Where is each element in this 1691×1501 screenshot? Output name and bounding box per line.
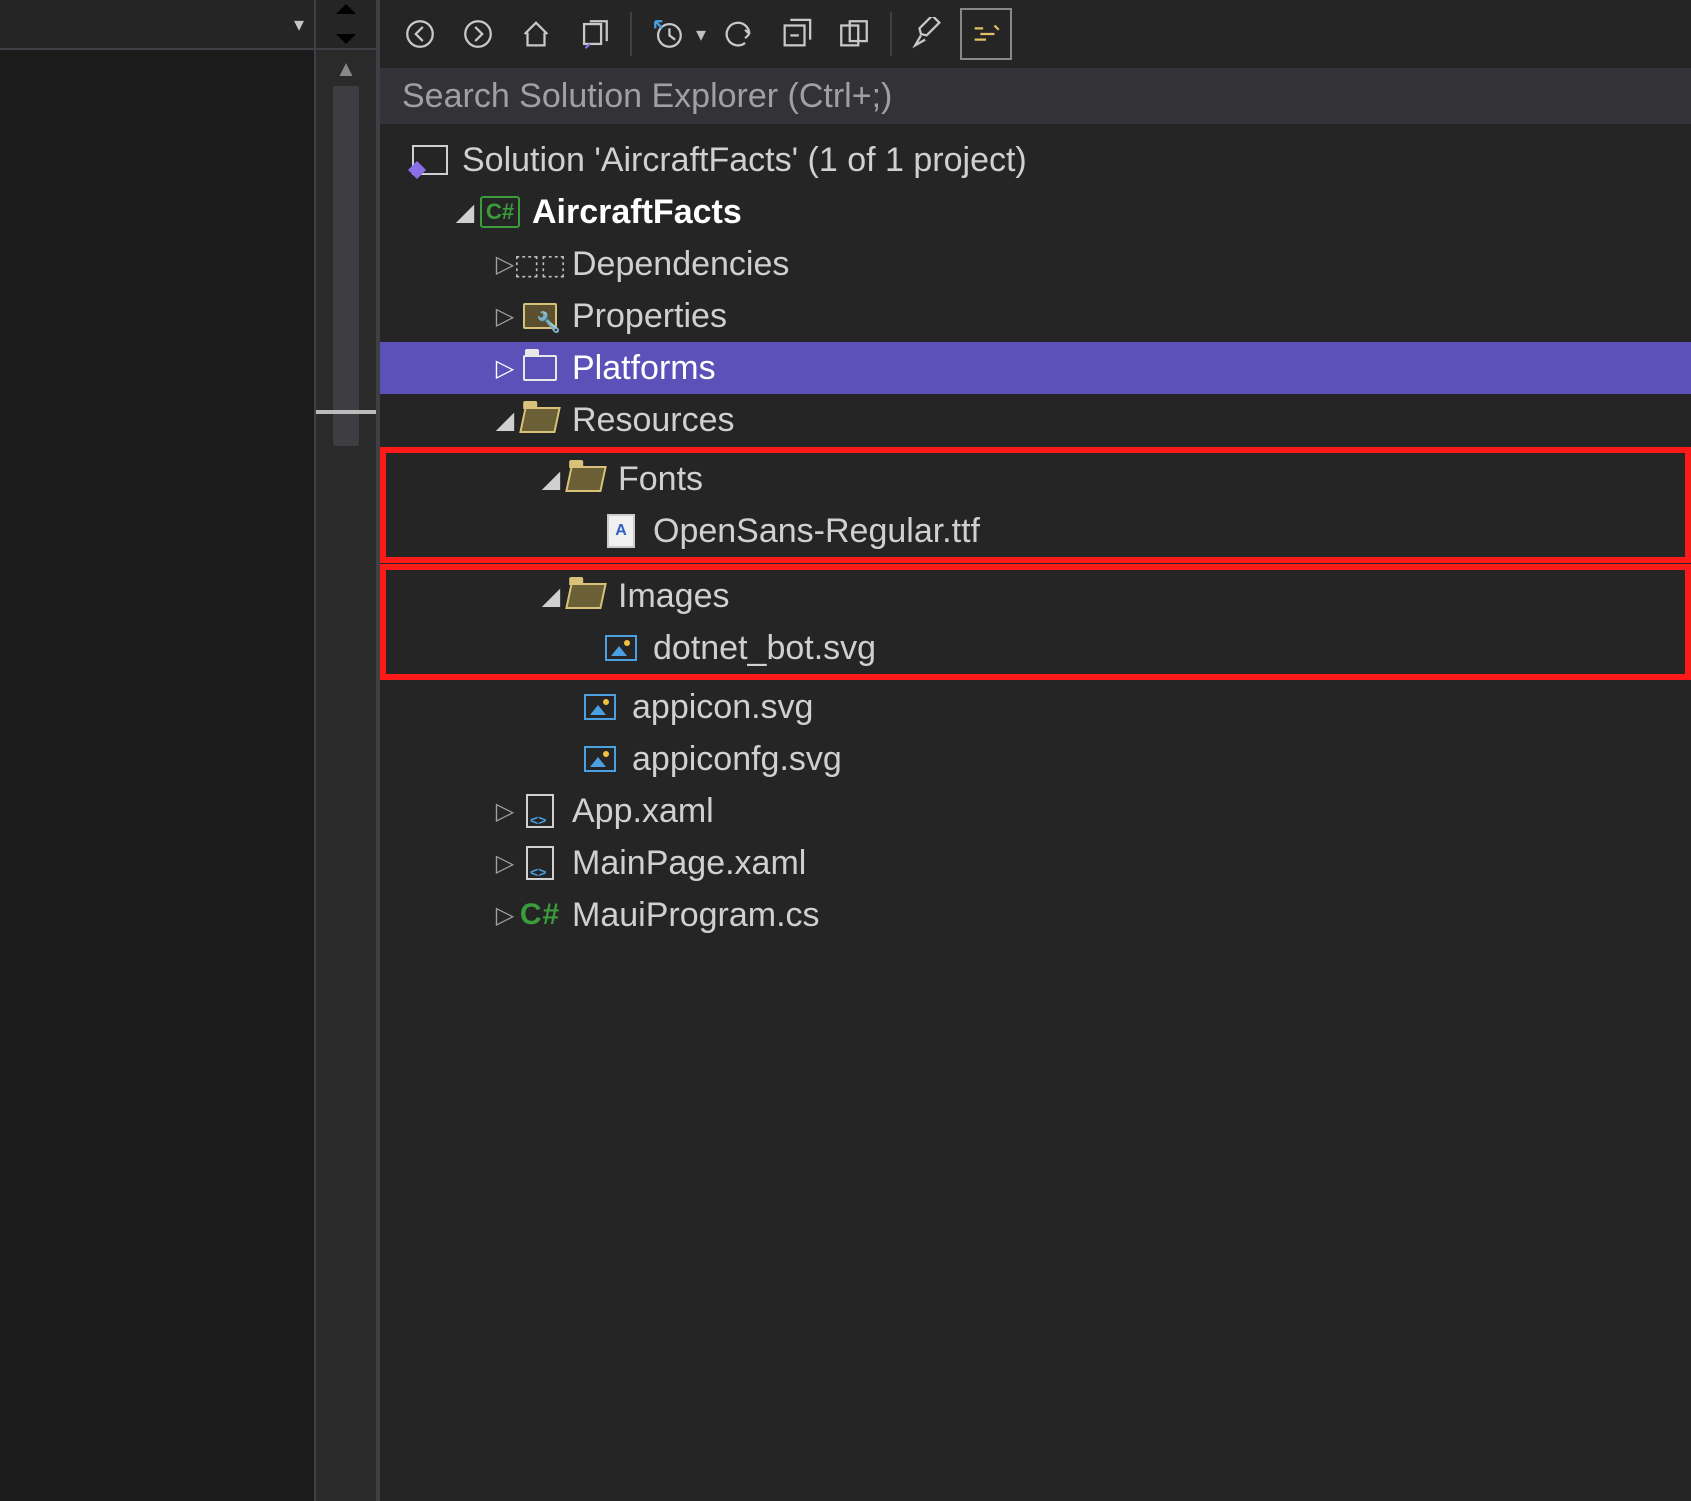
expander-open-icon[interactable]: ◢ — [536, 582, 566, 611]
collapse-all-button[interactable] — [770, 8, 822, 60]
image-file-icon — [580, 687, 620, 727]
tree-item-properties[interactable]: ▷ Properties — [380, 290, 1691, 342]
toolbar-separator — [630, 12, 632, 56]
image-file-icon — [580, 739, 620, 779]
solution-explorer-toolbar: ▾ — [380, 0, 1691, 68]
expander-open-icon[interactable]: ◢ — [450, 198, 480, 227]
tree-item-fonts[interactable]: ◢ Fonts — [386, 453, 1685, 505]
dropdown-arrow-icon: ▾ — [294, 12, 304, 37]
appicon-label: appicon.svg — [632, 688, 813, 727]
project-node[interactable]: ◢ C# AircraftFacts — [380, 186, 1691, 238]
tree-item-appicon[interactable]: appicon.svg — [380, 681, 1691, 733]
appxaml-label: App.xaml — [572, 792, 714, 831]
tree-item-mauiprogram[interactable]: ▷ C# MauiProgram.cs — [380, 889, 1691, 941]
xaml-file-icon — [520, 843, 560, 883]
mauiprogram-label: MauiProgram.cs — [572, 896, 820, 935]
expander-open-icon[interactable]: ◢ — [536, 465, 566, 494]
expander-closed-icon[interactable]: ▷ — [490, 849, 520, 878]
home-button[interactable] — [510, 8, 562, 60]
tree-item-platforms[interactable]: ▷ Platforms — [380, 342, 1691, 394]
csharp-file-icon: C# — [520, 895, 560, 935]
tree-item-mainpage-xaml[interactable]: ▷ MainPage.xaml — [380, 837, 1691, 889]
properties-button[interactable] — [902, 8, 954, 60]
expander-closed-icon[interactable]: ▷ — [490, 797, 520, 826]
nav-dropdown[interactable]: ▾ — [0, 0, 314, 50]
image-file-icon — [601, 628, 641, 668]
xaml-file-icon — [520, 791, 560, 831]
tree-item-images[interactable]: ◢ Images — [386, 570, 1685, 622]
fonts-label: Fonts — [618, 460, 703, 499]
scroll-marker — [316, 410, 376, 414]
expander-closed-icon[interactable]: ▷ — [490, 302, 520, 331]
editor-area: ▾ — [0, 0, 316, 1501]
sync-button[interactable] — [712, 8, 764, 60]
bot-file-label: dotnet_bot.svg — [653, 629, 876, 668]
mainpage-label: MainPage.xaml — [572, 844, 806, 883]
preview-selected-button[interactable] — [960, 8, 1012, 60]
project-label: AircraftFacts — [532, 193, 742, 232]
scroll-up-icon[interactable]: ▲ — [335, 56, 357, 82]
font-file-icon: A — [601, 511, 641, 551]
platforms-label: Platforms — [572, 349, 716, 388]
csharp-project-icon: C# — [480, 192, 520, 232]
expander-closed-icon[interactable]: ▷ — [490, 901, 520, 930]
properties-icon — [520, 296, 560, 336]
font-file-label: OpenSans-Regular.ttf — [653, 512, 980, 551]
folder-icon — [520, 348, 560, 388]
properties-label: Properties — [572, 297, 727, 336]
solution-label: Solution 'AircraftFacts' (1 of 1 project… — [462, 141, 1027, 180]
dependencies-label: Dependencies — [572, 245, 789, 284]
tree-item-app-xaml[interactable]: ▷ App.xaml — [380, 785, 1691, 837]
highlight-images-group: ◢ Images dotnet_bot.svg — [380, 564, 1691, 680]
back-button[interactable] — [394, 8, 446, 60]
tree-item-dotnet-bot[interactable]: dotnet_bot.svg — [386, 622, 1685, 674]
pending-changes-filter-button[interactable] — [642, 8, 694, 60]
editor-gutter: ▾ ▲ — [0, 0, 380, 1501]
search-input[interactable]: Search Solution Explorer (Ctrl+;) — [380, 68, 1691, 124]
solution-explorer-panel: ▾ Search Solution Explorer (Ctrl+;) Solu… — [380, 0, 1691, 1501]
split-view-button[interactable] — [316, 0, 376, 50]
dependencies-icon: ⬚⬚ — [520, 244, 560, 284]
editor-scrollbar[interactable]: ▲ — [316, 0, 376, 1501]
tree-item-font-file[interactable]: A OpenSans-Regular.ttf — [386, 505, 1685, 557]
appiconfg-label: appiconfg.svg — [632, 740, 842, 779]
show-all-files-button[interactable] — [828, 8, 880, 60]
forward-button[interactable] — [452, 8, 504, 60]
folder-open-icon — [520, 400, 560, 440]
tree-item-resources[interactable]: ◢ Resources — [380, 394, 1691, 446]
solution-tree: Solution 'AircraftFacts' (1 of 1 project… — [380, 124, 1691, 1501]
tree-item-appiconfg[interactable]: appiconfg.svg — [380, 733, 1691, 785]
resources-label: Resources — [572, 401, 735, 440]
dropdown-caret-icon[interactable]: ▾ — [696, 22, 706, 47]
highlight-fonts-group: ◢ Fonts A OpenSans-Regular.ttf — [380, 447, 1691, 563]
toolbar-separator — [890, 12, 892, 56]
images-label: Images — [618, 577, 730, 616]
switch-views-button[interactable] — [568, 8, 620, 60]
solution-node[interactable]: Solution 'AircraftFacts' (1 of 1 project… — [380, 134, 1691, 186]
folder-open-icon — [566, 459, 606, 499]
folder-open-icon — [566, 576, 606, 616]
solution-icon — [410, 140, 450, 180]
expander-open-icon[interactable]: ◢ — [490, 406, 520, 435]
tree-item-dependencies[interactable]: ▷ ⬚⬚ Dependencies — [380, 238, 1691, 290]
expander-closed-icon[interactable]: ▷ — [490, 354, 520, 383]
scroll-thumb[interactable] — [333, 86, 359, 446]
